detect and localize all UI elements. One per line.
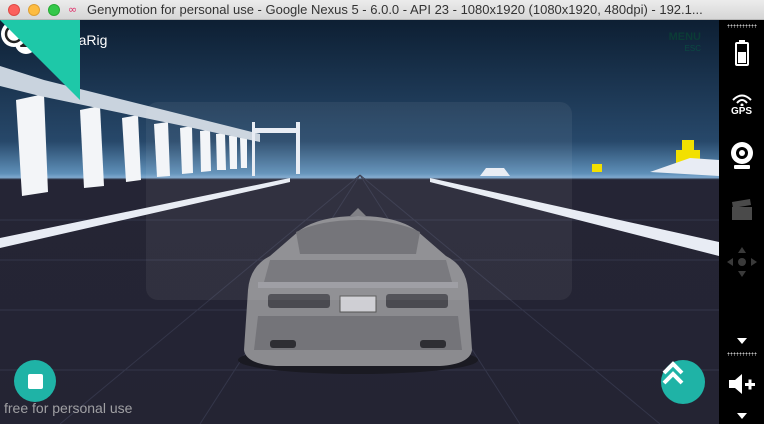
sidebar-grip-bottom (727, 352, 757, 356)
gps-icon (731, 94, 752, 106)
window-title: Genymotion for personal use - Google Nex… (87, 2, 703, 17)
sidebar-grip-top (727, 24, 757, 28)
sidebar-scroll-down[interactable] (719, 336, 764, 346)
gps-label: GPS (730, 105, 753, 117)
menu-label: MENU ESC (669, 32, 701, 54)
game-viewport[interactable]: CarCameraRig free for personal use MENU … (0, 20, 719, 424)
genymotion-icon: ∞ (68, 2, 78, 16)
volume-up-icon (728, 374, 755, 394)
minimize-window-button[interactable] (28, 3, 40, 16)
webcam-widget-button[interactable] (719, 140, 764, 172)
webcam-icon (730, 142, 753, 169)
right-ramp (650, 158, 719, 176)
expand-controls-button[interactable] (661, 360, 705, 404)
touch-overlay-panel (146, 102, 572, 300)
window-controls (8, 3, 60, 16)
dpad-widget-button[interactable] (719, 242, 764, 282)
stop-icon (27, 373, 43, 389)
volume-up-button[interactable] (719, 366, 764, 402)
double-chevron-up-icon (662, 361, 684, 385)
menu-label-text: MENU (668, 31, 701, 43)
dpad-icon (726, 247, 757, 277)
chevron-down-icon (736, 413, 747, 419)
window-titlebar: ∞ Genymotion for personal use - Google N… (0, 0, 764, 20)
menu-badge (0, 20, 80, 100)
genymotion-sidebar: GPS (719, 20, 764, 424)
battery-icon (734, 40, 749, 66)
chevron-down-icon (736, 338, 747, 344)
clapper-icon (731, 199, 752, 220)
stop-button[interactable] (14, 360, 56, 402)
maximize-window-button[interactable] (48, 3, 60, 16)
close-window-button[interactable] (8, 3, 20, 16)
menu-shortcut: ESC (684, 44, 701, 53)
sidebar-scroll-down-2[interactable] (719, 412, 764, 420)
gps-widget-button[interactable]: GPS (719, 88, 764, 122)
personal-use-watermark: free for personal use (4, 400, 133, 416)
battery-widget-button[interactable] (719, 38, 764, 68)
screencast-widget-button[interactable] (719, 196, 764, 224)
